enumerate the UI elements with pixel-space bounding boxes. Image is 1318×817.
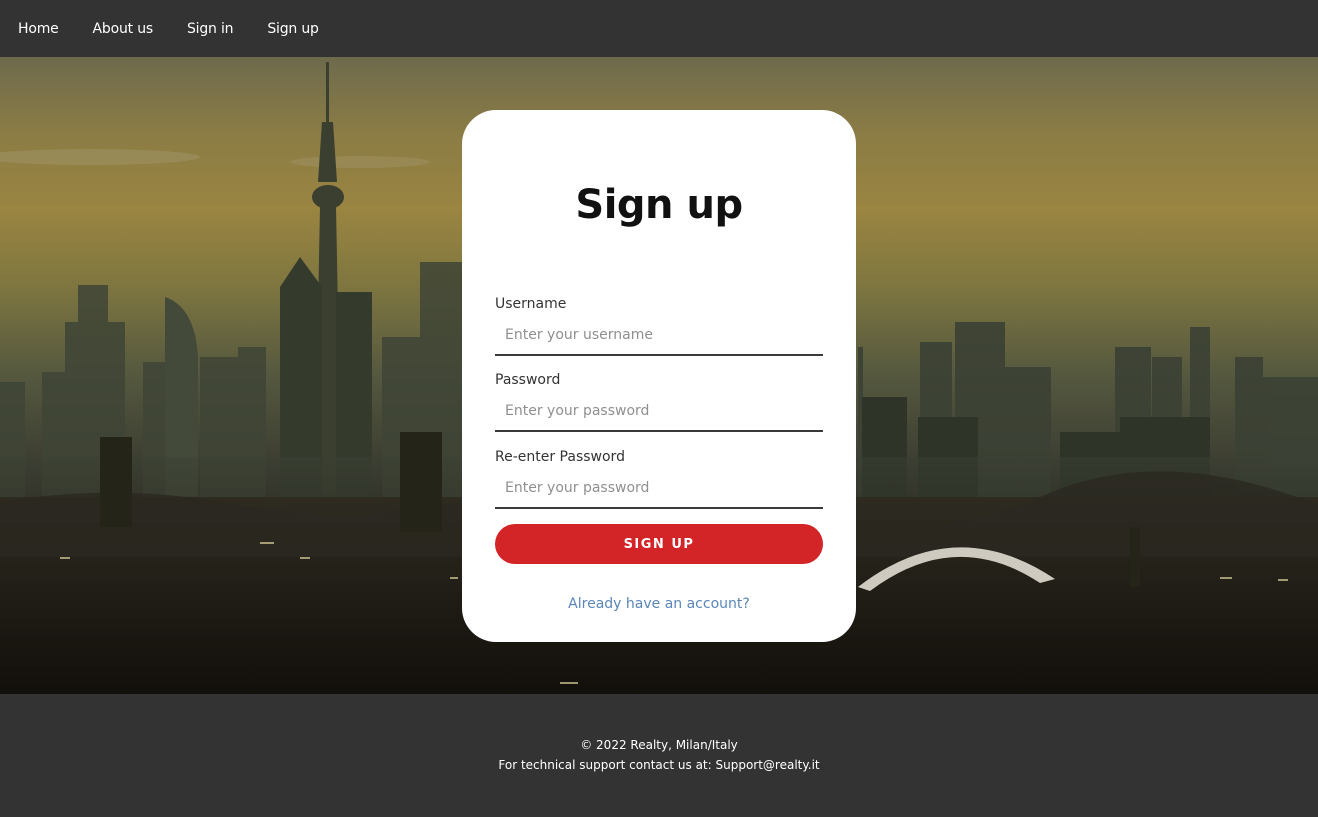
page-title: Sign up [575,182,743,228]
signin-link[interactable]: Already have an account? [462,596,856,612]
footer: © 2022 Realty, Milan/Italy For technical… [0,694,1318,817]
nav-signup-link[interactable]: Sign up [267,21,319,37]
nav-home-link[interactable]: Home [18,21,59,37]
nav-signin-link[interactable]: Sign in [187,21,234,37]
password-label: Password [495,372,561,388]
username-label: Username [495,296,567,312]
footer-copyright: © 2022 Realty, Milan/Italy [580,738,738,752]
footer-support: For technical support contact us at: Sup… [498,758,820,772]
repassword-input[interactable] [495,469,823,509]
nav-about-link[interactable]: About us [93,21,154,37]
signup-button[interactable]: SIGN UP [495,524,823,564]
top-navbar: Home About us Sign in Sign up [0,0,1318,57]
username-input[interactable] [495,316,823,356]
repassword-label: Re-enter Password [495,449,625,465]
signup-card: Sign up Username Password Re-enter Passw… [462,110,856,642]
hero-background: Sign up Username Password Re-enter Passw… [0,57,1318,694]
password-input[interactable] [495,392,823,432]
